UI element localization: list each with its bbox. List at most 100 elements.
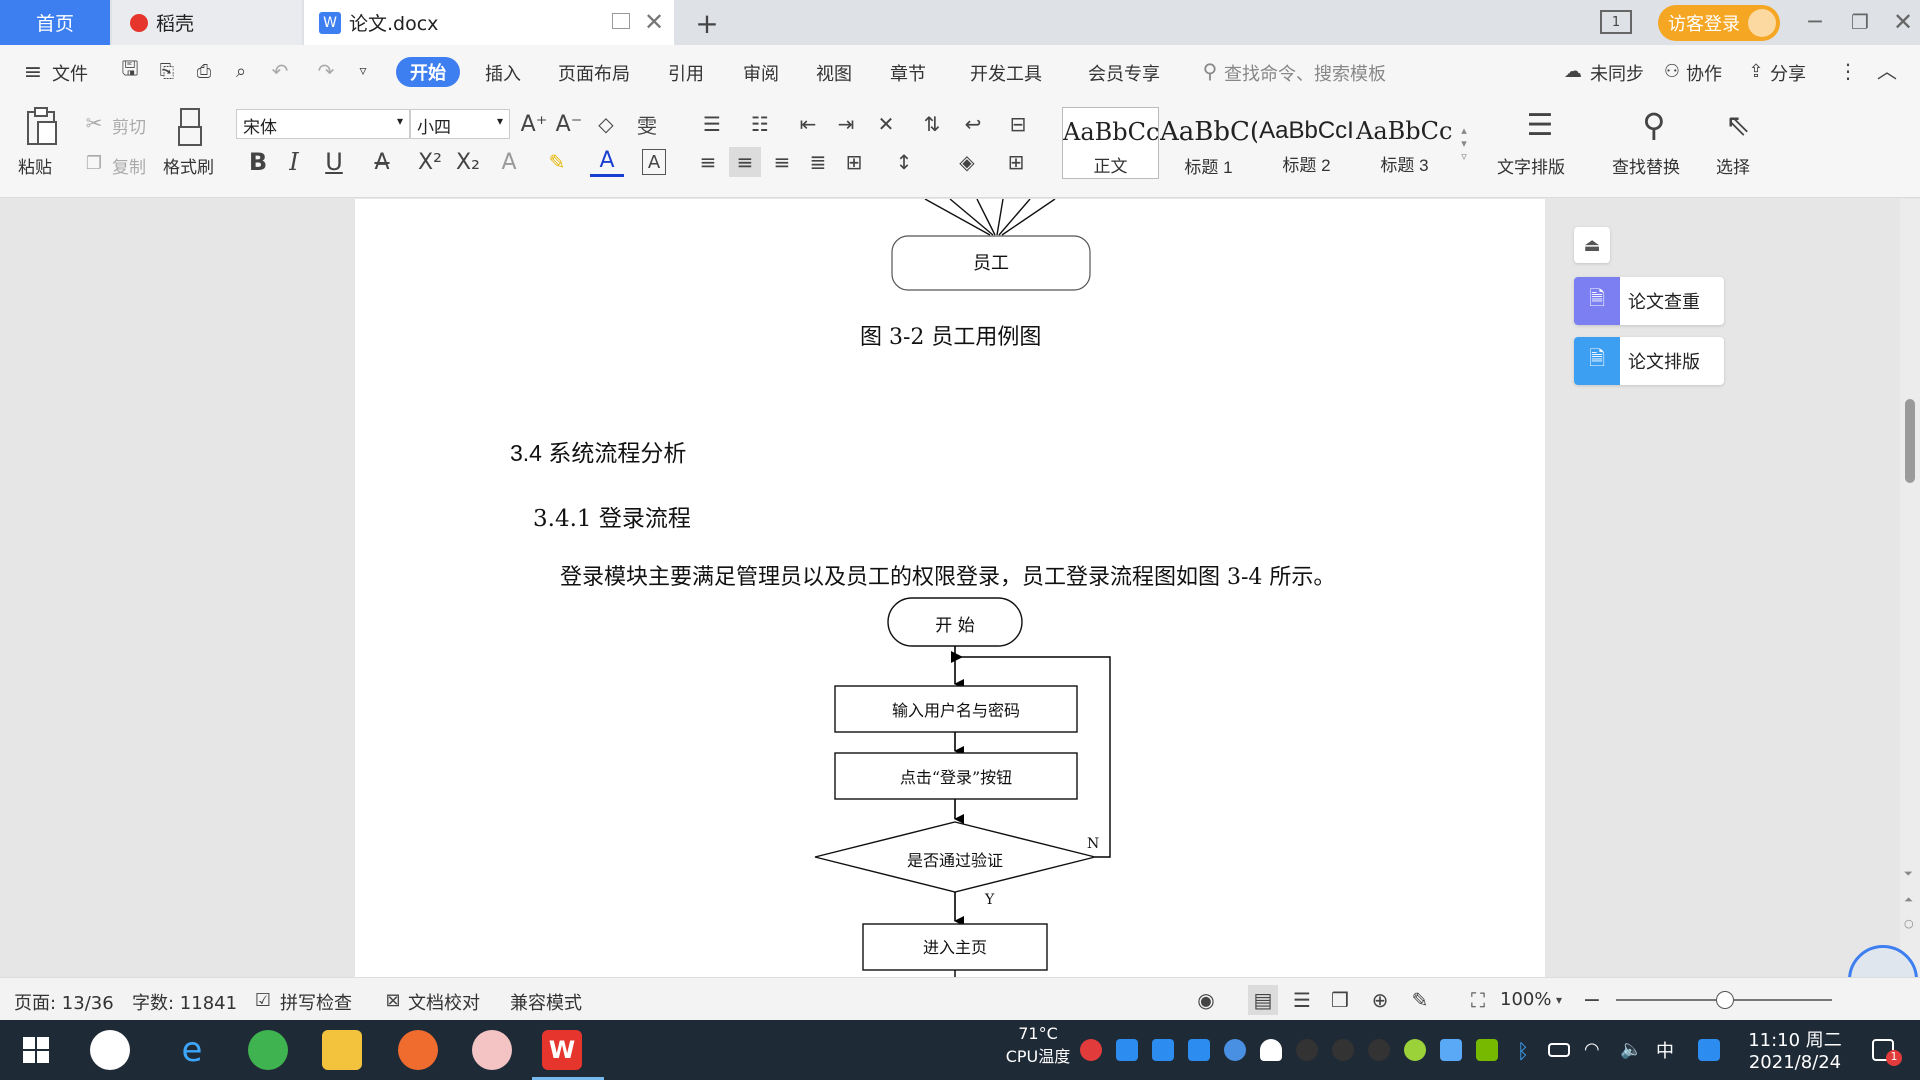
bullet-list-icon[interactable]: ☰ [696,111,728,137]
redo-icon[interactable]: ↷ [314,59,338,83]
tray-search-icon[interactable] [1698,1039,1720,1061]
font-family-select[interactable]: 宋体 ▾ [236,109,410,139]
restore-icon[interactable]: ❐ [1845,10,1875,34]
char-border-icon[interactable]: A [642,149,666,175]
ie-browser-icon[interactable]: e [172,1030,212,1070]
wps-taskbar-icon[interactable]: W [542,1030,582,1070]
paste-button[interactable]: 粘贴 [18,153,52,178]
guest-login-button[interactable]: 访客登录 [1658,5,1780,41]
paste-icon[interactable] [22,105,62,149]
menu-member[interactable]: 会员专享 [1088,60,1160,86]
save-icon[interactable]: 🖫 [118,56,142,83]
qq-game-icon[interactable] [398,1030,438,1070]
scrollbar-thumb[interactable] [1905,399,1915,483]
tab-close-icon[interactable]: ✕ [644,8,664,36]
window-preview-icon[interactable] [612,13,630,29]
doc-proof-button[interactable]: 文档校对 [408,989,480,1015]
scroll-down-icon[interactable]: ⏷ [1904,867,1913,881]
more-options-icon[interactable]: ⋮ [1838,59,1858,83]
tray-nvidia-icon[interactable] [1476,1039,1498,1061]
clock[interactable]: 11:10 周二 2021/8/24 [1740,1026,1850,1073]
print-preview-icon[interactable]: ⌕ [229,59,253,83]
share-button[interactable]: 分享 [1770,60,1806,86]
web-view-icon[interactable]: ⊕ [1366,987,1394,1013]
customize-quick-access-icon[interactable]: ▿ [354,59,372,83]
find-replace-button[interactable]: 查找替换 [1612,153,1680,178]
styles-scroll-icon[interactable]: ▴ ▾ ▿ [1456,105,1472,181]
text-layout-icon[interactable]: ☰ [1518,105,1562,145]
hamburger-menu-icon[interactable]: ≡ [22,60,44,85]
collaborate-button[interactable]: 协作 [1686,60,1722,86]
prev-page-icon[interactable]: ⏶ [1904,893,1913,907]
subscript-icon[interactable]: X₂ [452,147,484,177]
document-page[interactable]: 员工 图 3-2 员工用例图 3.4 系统流程分析 3.4.1 登录流程 登录模… [355,199,1545,977]
pinyin-guide-icon[interactable]: 雯 [630,111,664,138]
vertical-scrollbar[interactable]: ⏷ ⏶ ○ [1900,199,1920,977]
undo-icon[interactable]: ↶ [268,59,292,83]
tray-plus-icon[interactable] [1404,1039,1426,1061]
spell-check-button[interactable]: 拼写检查 [280,989,352,1015]
page-view-icon[interactable]: 1 [1600,10,1632,34]
tab-daoke[interactable]: 稻壳 [112,0,302,45]
menu-page-layout[interactable]: 页面布局 [558,60,630,86]
close-window-icon[interactable]: ✕ [1888,8,1918,36]
eye-protect-icon[interactable]: ◉ [1192,987,1220,1013]
tray-app-blue2-icon[interactable] [1152,1039,1174,1061]
shading-icon[interactable]: ◈ [950,147,984,177]
export-pdf-icon[interactable]: ⎘ [155,59,179,83]
justify-icon[interactable]: ≣ [804,147,832,177]
select-button[interactable]: 选择 [1716,153,1750,178]
new-tab-plus-icon[interactable]: + [690,6,724,40]
line-spacing-icon[interactable]: ↕ [886,147,922,177]
align-right-icon[interactable]: ≡ [768,147,796,177]
italic-icon[interactable]: I [280,147,308,177]
battery-icon[interactable] [1548,1043,1570,1057]
underline-icon[interactable]: U [316,147,352,177]
menu-chapter[interactable]: 章节 [890,60,926,86]
font-color-icon[interactable]: A [590,147,624,177]
zoom-level-select[interactable]: 100% [1500,989,1551,1010]
file-explorer-icon[interactable] [322,1030,362,1070]
style-normal[interactable]: AaBbCcI 正文 [1062,107,1159,179]
tray-qq2-icon[interactable] [1332,1039,1354,1061]
borders-icon[interactable]: ⊞ [998,147,1034,177]
word-count[interactable]: 字数: 11841 [132,989,237,1015]
sync-status[interactable]: 未同步 [1590,60,1644,86]
style-heading-3[interactable]: AaBbCcI 标题 3 [1356,107,1453,179]
line-break-icon[interactable]: ↩ [956,111,990,137]
increase-indent-icon[interactable]: ⇥ [832,111,860,137]
zoom-slider[interactable] [1616,991,1832,1009]
clear-format-icon[interactable]: ◇ [592,111,620,137]
paper-check-button[interactable]: 🗎 论文查重 [1574,277,1724,325]
bold-icon[interactable]: B [244,147,272,177]
page-view-mode-icon[interactable]: ▤ [1248,985,1278,1015]
search-command-input[interactable]: 查找命令、搜索模板 [1224,60,1386,86]
grow-font-icon[interactable]: A⁺ [520,111,548,137]
cut-button[interactable]: 剪切 [112,113,146,138]
highlight-icon[interactable]: ✎ [540,147,574,177]
text-effect-icon[interactable]: A [492,147,526,177]
tray-app-blue1-icon[interactable] [1116,1039,1138,1061]
bluetooth-icon[interactable]: ᛒ [1512,1039,1534,1063]
select-browse-icon[interactable]: ○ [1904,917,1914,930]
tray-shield-icon[interactable] [1224,1039,1246,1061]
zoom-slider-thumb[interactable] [1716,991,1734,1009]
tab-document[interactable]: W 论文.docx ✕ [304,0,674,45]
tray-qq1-icon[interactable] [1296,1039,1318,1061]
style-heading-2[interactable]: AaBbCcI 标题 2 [1258,107,1355,179]
tab-home[interactable]: 首页 [0,0,110,45]
menu-file[interactable]: 文件 [52,60,88,86]
zoom-out-icon[interactable]: − [1580,986,1604,1014]
table-tools-icon[interactable]: ⊟ [1002,111,1034,137]
volume-icon[interactable]: 🔈 [1620,1039,1642,1061]
text-layout-button[interactable]: 文字排版 [1497,153,1565,178]
photo-app-icon[interactable] [472,1030,512,1070]
menu-insert[interactable]: 插入 [485,60,521,86]
align-left-icon[interactable]: ≡ [694,147,722,177]
strikethrough-icon[interactable]: A [364,147,400,177]
style-heading-1[interactable]: AaBbC( 标题 1 [1160,107,1257,179]
font-size-select[interactable]: 小四 ▾ [410,109,510,139]
numbered-list-icon[interactable]: ☷ [744,111,776,137]
menu-references[interactable]: 引用 [668,60,704,86]
write-mode-icon[interactable]: ✎ [1406,987,1434,1013]
